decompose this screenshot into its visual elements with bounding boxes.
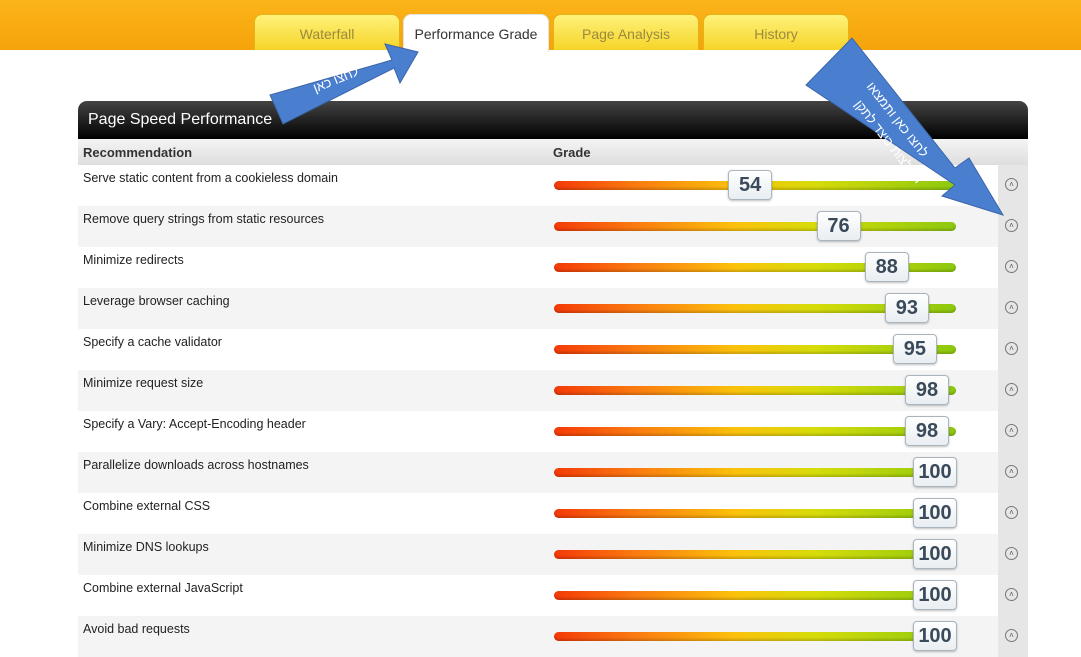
annotation-arrows (269, 37, 1005, 216)
grade-bar (554, 632, 956, 641)
